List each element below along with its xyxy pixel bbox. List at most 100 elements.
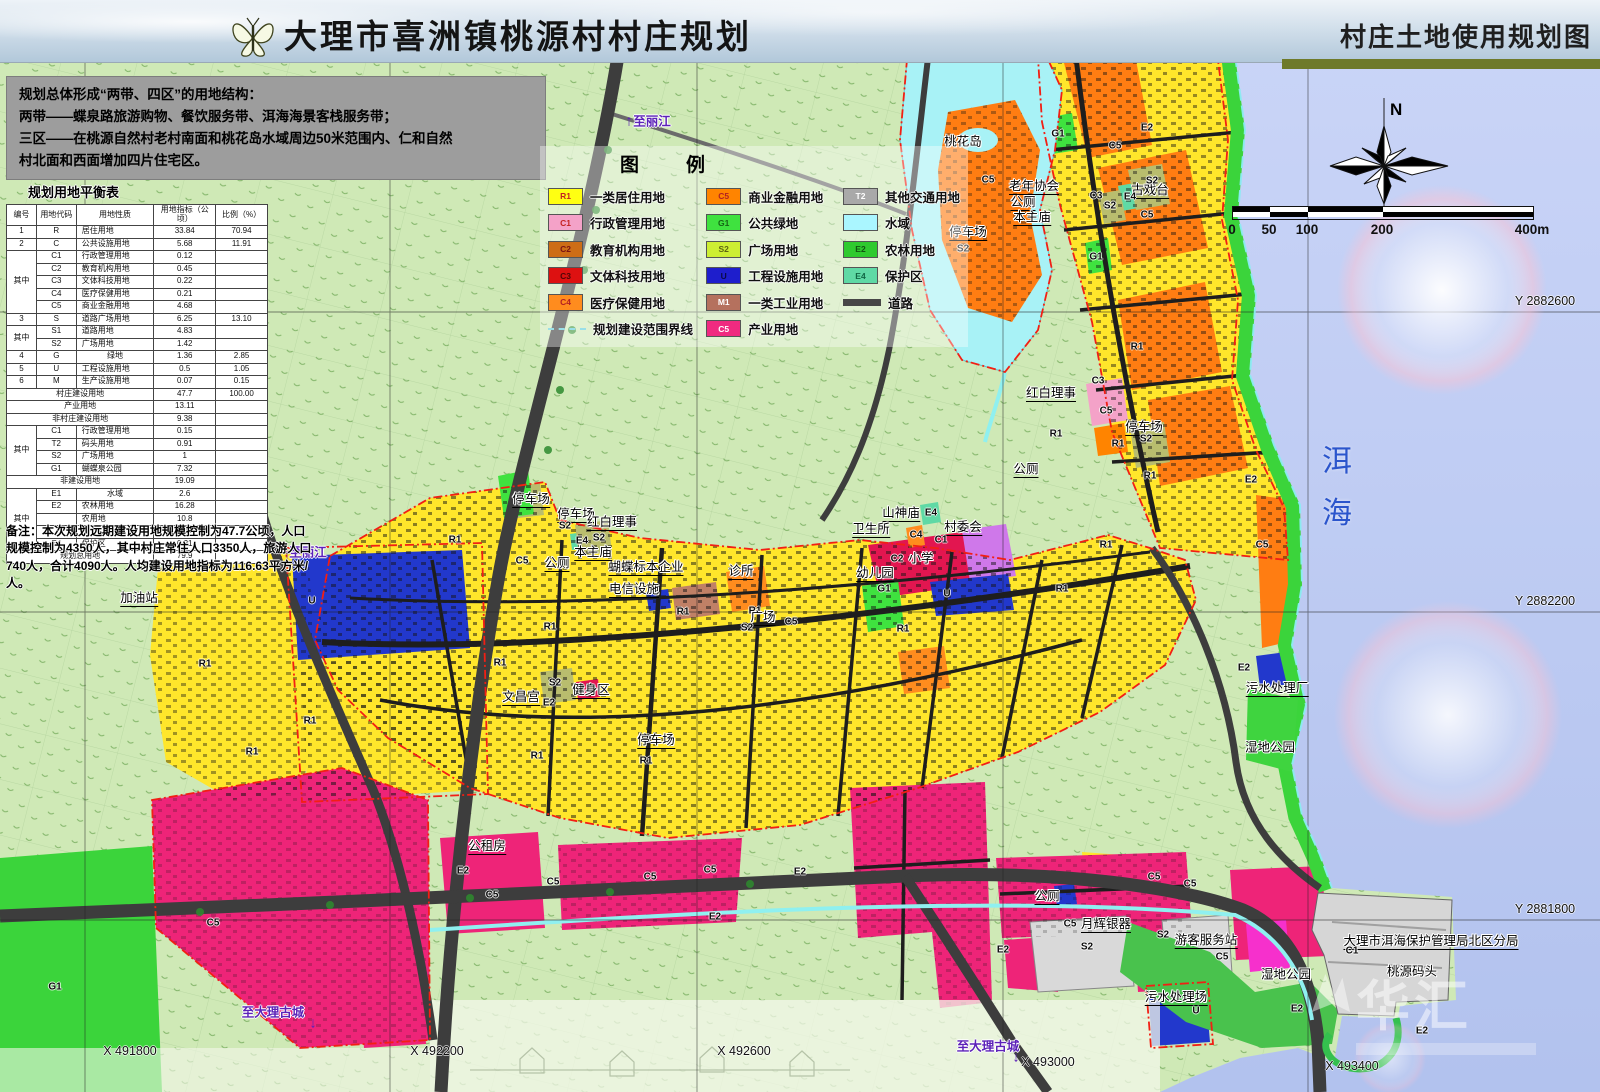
legend-item: 道路 bbox=[843, 292, 960, 312]
sheet-title: 村庄土地使用规划图 bbox=[1340, 17, 1592, 54]
table-cell: C3 bbox=[36, 276, 76, 289]
table-row: C4医疗保健用地0.21 bbox=[7, 288, 268, 301]
legend-item: T2其他交通用地 bbox=[843, 186, 960, 206]
table-cell: E1 bbox=[36, 488, 76, 501]
scale-tick: 200 bbox=[1371, 222, 1394, 237]
table-cell: 村庄建设用地 bbox=[7, 388, 154, 401]
table-cell: 2.6 bbox=[154, 488, 216, 501]
planning-map-sheet: 至丽江↑桃花岛C5老年协会公厕本主庙古戏台G1E2C5S2E4C3S2C5停车场… bbox=[0, 0, 1600, 1092]
table-row: C2教育机构用地0.45 bbox=[7, 263, 268, 276]
table-row: 编号用地代码用地性质用地指标（公顷）比例（%） bbox=[7, 205, 268, 226]
legend-label: 公共绿地 bbox=[748, 213, 798, 232]
table-cell bbox=[216, 326, 268, 339]
table-row: E2农林用地16.28 bbox=[7, 501, 268, 514]
table-cell: 11.91 bbox=[216, 238, 268, 251]
table-row: 其中E1水域2.6 bbox=[7, 488, 268, 501]
legend-label: 水域 bbox=[885, 213, 910, 232]
legend-label: 广场用地 bbox=[748, 240, 798, 259]
table-row: S2广场用地1.42 bbox=[7, 338, 268, 351]
legend-swatch-M1: M1 bbox=[706, 294, 741, 311]
table-cell: E2 bbox=[36, 501, 76, 514]
table-cell: 13.10 bbox=[216, 313, 268, 326]
table-cell bbox=[216, 251, 268, 264]
table-cell: 文体科技用地 bbox=[76, 276, 154, 289]
table-cell: 1 bbox=[154, 451, 216, 464]
table-row: S2广场用地1 bbox=[7, 451, 268, 464]
remark-note: 备注：本次规划远期建设用地规模控制为47.7公顷，人口规模控制为4350人，其中… bbox=[6, 523, 312, 593]
table-cell: 1 bbox=[7, 226, 37, 239]
table-cell bbox=[216, 301, 268, 314]
table-cell: 19.09 bbox=[154, 476, 216, 489]
scale-tick: 0 bbox=[1228, 222, 1236, 237]
land-balance-table: 规划用地平衡表 编号用地代码用地性质用地指标（公顷）比例（%）1R居住用地33.… bbox=[6, 182, 270, 564]
table-cell: 生产设施用地 bbox=[76, 376, 154, 389]
table-cell: 0.12 bbox=[154, 251, 216, 264]
table-cell: 13.11 bbox=[154, 401, 216, 414]
table-cell: 比例（%） bbox=[216, 205, 268, 226]
table-cell: 0.45 bbox=[154, 263, 216, 276]
legend-label: 商业金融用地 bbox=[748, 187, 823, 206]
table-cell: 居住用地 bbox=[76, 226, 154, 239]
table-cell bbox=[216, 401, 268, 414]
table-cell bbox=[216, 426, 268, 439]
table-row: 其中C1行政管理用地0.12 bbox=[7, 251, 268, 264]
legend-swatch-C2: C2 bbox=[548, 241, 583, 258]
legend-label: 教育机构用地 bbox=[590, 240, 665, 259]
scale-tick: 100 bbox=[1296, 222, 1319, 237]
legend-label: 道路 bbox=[888, 293, 913, 312]
table-cell: C5 bbox=[36, 301, 76, 314]
table-cell: 医疗保健用地 bbox=[76, 288, 154, 301]
table-row: T2码头用地0.91 bbox=[7, 438, 268, 451]
table-cell: T2 bbox=[36, 438, 76, 451]
title-bar: 大理市喜洲镇桃源村村庄规划 村庄土地使用规划图 bbox=[0, 0, 1600, 63]
legend-label: 其他交通用地 bbox=[885, 187, 960, 206]
table-cell: 其中 bbox=[7, 326, 37, 351]
table-cell: 道路用地 bbox=[76, 326, 154, 339]
legend-swatch-C3: C3 bbox=[548, 267, 583, 284]
scale-tick: 400m bbox=[1515, 222, 1550, 237]
table-row: 2C公共设施用地5.6811.91 bbox=[7, 238, 268, 251]
legend-title: 图 例 bbox=[620, 150, 960, 177]
desc-line: 规划总体形成“两带、四区”的用地结构： bbox=[19, 84, 533, 106]
table-cell: 水域 bbox=[76, 488, 154, 501]
table-cell bbox=[216, 338, 268, 351]
legend-label: 行政管理用地 bbox=[590, 213, 665, 232]
legend-label: 工程设施用地 bbox=[748, 266, 823, 285]
legend: 图 例 R1一类居住用地C1行政管理用地C2教育机构用地C3文体科技用地C4医疗… bbox=[540, 146, 968, 347]
table-cell: G1 bbox=[36, 463, 76, 476]
table-cell: 行政管理用地 bbox=[76, 426, 154, 439]
table-cell: 6.25 bbox=[154, 313, 216, 326]
table-cell: 1.36 bbox=[154, 351, 216, 364]
legend-swatch-G1: G1 bbox=[706, 214, 741, 231]
table-cell: C4 bbox=[36, 288, 76, 301]
table-cell: 其中 bbox=[7, 251, 37, 314]
title-underline-bar bbox=[1282, 59, 1600, 69]
table-cell: S2 bbox=[36, 338, 76, 351]
legend-label: 文体科技用地 bbox=[590, 266, 665, 285]
table-cell: 商业金融用地 bbox=[76, 301, 154, 314]
scale-bar: 050100200400m bbox=[1232, 202, 1542, 242]
table-cell: 产业用地 bbox=[7, 401, 154, 414]
table-cell: 6 bbox=[7, 376, 37, 389]
table-cell: 1.05 bbox=[216, 363, 268, 376]
table-cell bbox=[216, 463, 268, 476]
table-cell: 47.7 bbox=[154, 388, 216, 401]
table-cell: 9.38 bbox=[154, 413, 216, 426]
legend-swatch bbox=[843, 299, 881, 306]
table-cell: G bbox=[36, 351, 76, 364]
table-cell bbox=[216, 476, 268, 489]
legend-label: 农林用地 bbox=[885, 240, 935, 259]
table-cell: 教育机构用地 bbox=[76, 263, 154, 276]
table-cell: C bbox=[36, 238, 76, 251]
table-row: 非村庄建设用地9.38 bbox=[7, 413, 268, 426]
table-cell: 0.15 bbox=[216, 376, 268, 389]
table-title: 规划用地平衡表 bbox=[28, 182, 270, 201]
balance-table: 编号用地代码用地性质用地指标（公顷）比例（%）1R居住用地33.8470.942… bbox=[6, 204, 268, 564]
table-cell: 4.83 bbox=[154, 326, 216, 339]
table-cell: S2 bbox=[36, 451, 76, 464]
legend-item: U工程设施用地 bbox=[706, 266, 831, 286]
table-cell: 4.68 bbox=[154, 301, 216, 314]
legend-item: C3 文体科技用地 bbox=[548, 266, 694, 286]
table-cell: M bbox=[36, 376, 76, 389]
table-cell: 2 bbox=[7, 238, 37, 251]
